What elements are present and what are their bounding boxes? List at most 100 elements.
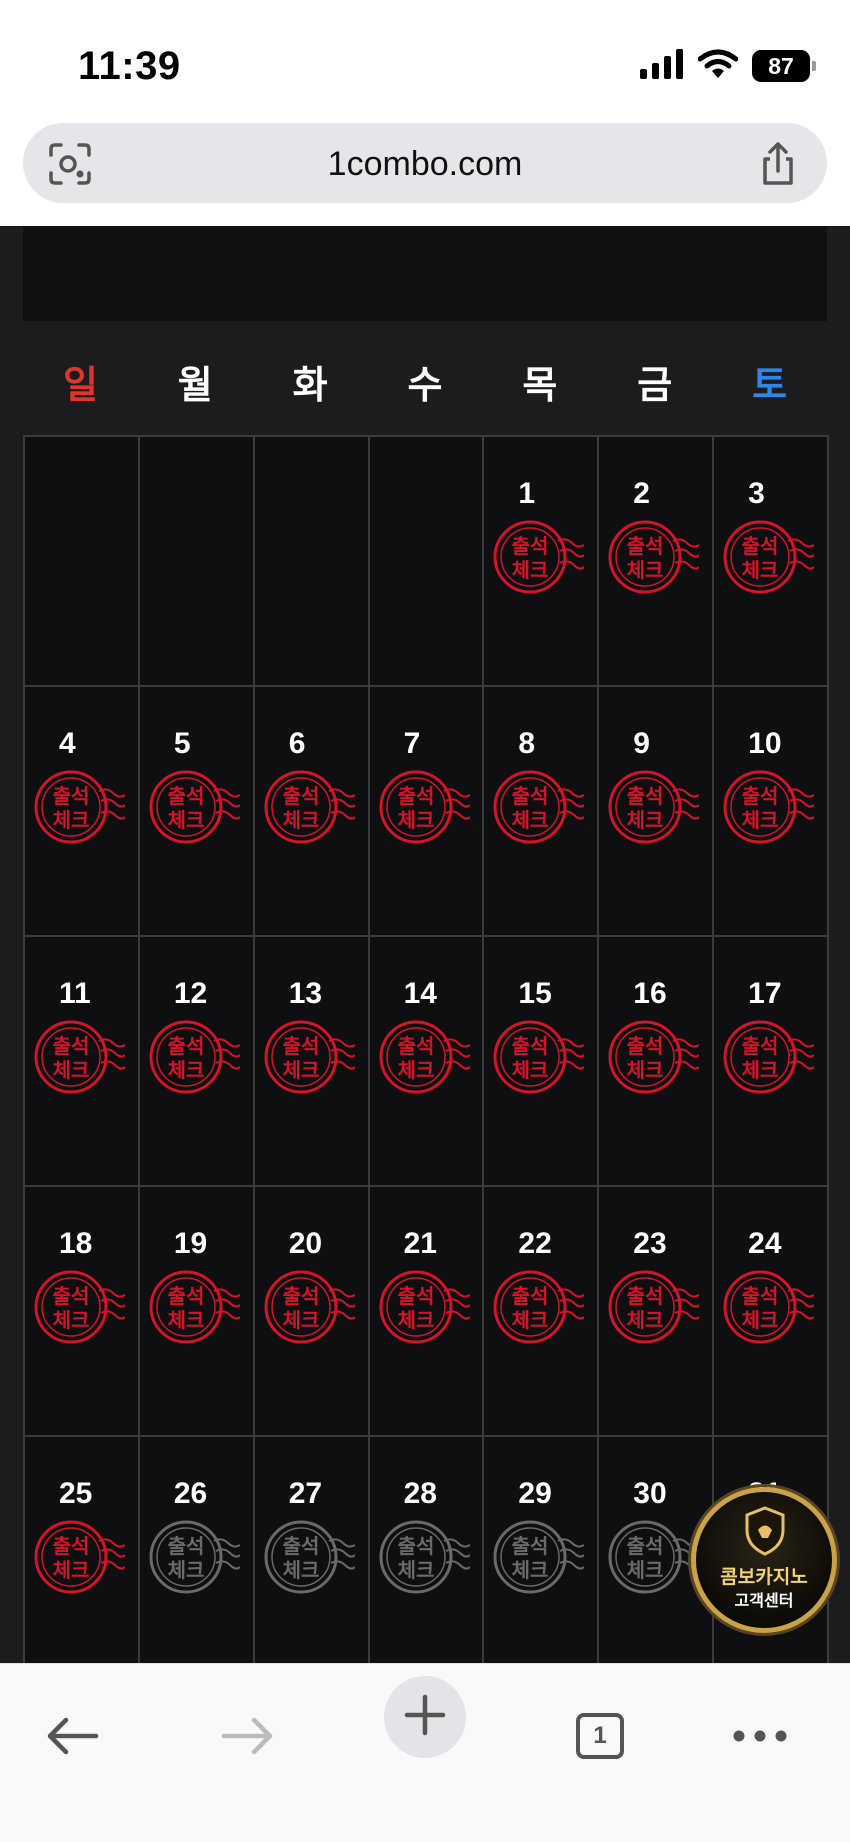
- attendance-stamp-pending-icon: 출석체크: [378, 1517, 470, 1599]
- calendar-day-cell[interactable]: 29 출석 체크: [484, 1437, 600, 1663]
- attendance-stamp-icon: 출석 체크: [492, 1267, 585, 1349]
- attendance-stamp-icon: 출석 체크: [492, 1017, 585, 1099]
- attendance-stamp-pending-icon: 출석체크: [148, 1517, 240, 1599]
- day-number: 3: [748, 477, 765, 510]
- calendar-day-cell[interactable]: 1 출석 체크: [484, 437, 600, 687]
- day-number: 26: [173, 1477, 208, 1510]
- stamp-line2: 체크: [742, 808, 779, 832]
- attendance-stamp-icon: 출석 체크: [378, 1017, 470, 1099]
- day-number: 23: [633, 1227, 667, 1260]
- url-text[interactable]: 1combo.com: [23, 145, 827, 184]
- stamp-line2: 체크: [167, 1558, 204, 1582]
- calendar-grid: 1 출석 체크 2 출석 체크 3 출석 체크 4 출석 체크 5 출석 체크 6 출석 체크 7 출석 체크 8 출석 체크…: [23, 435, 829, 1663]
- attendance-stamp-icon: 출석 체크: [607, 1017, 700, 1099]
- weekday-header: 일 월 화 수 목 금 토: [23, 356, 827, 416]
- stamp-line1: 출석: [282, 784, 319, 808]
- page-content: 일 월 화 수 목 금 토 1 출석 체크 2 출석 체크 3 출석 체크 4 출석 체크 5 출석 체크 6…: [0, 226, 850, 1663]
- day-number: 22: [518, 1227, 552, 1260]
- stamp-line1: 출석: [53, 1284, 90, 1308]
- calendar-day-cell[interactable]: 26 출석 체크: [139, 1437, 255, 1663]
- share-icon[interactable]: [755, 141, 801, 187]
- tabs-icon[interactable]: 1: [558, 1694, 642, 1778]
- status-time: 11:39: [78, 44, 181, 88]
- calendar-day-cell[interactable]: 21 출석 체크: [369, 1187, 485, 1437]
- stamp-line1: 출석: [512, 784, 549, 808]
- forward-arrow-icon[interactable]: [206, 1694, 290, 1778]
- attendance-stamp-icon: 출석 체크: [148, 767, 240, 849]
- day-number: 14: [403, 977, 437, 1010]
- calendar-day-cell[interactable]: 4 출석 체크: [25, 687, 140, 937]
- stamp-line2: 체크: [282, 808, 319, 832]
- calendar-day-cell[interactable]: 15 출석 체크: [484, 937, 600, 1187]
- stamp-line2: 체크: [397, 1308, 434, 1332]
- day-number: 11: [59, 977, 91, 1010]
- stamp-line1: 출석: [282, 1034, 319, 1058]
- stamp-line1: 출석: [627, 1284, 664, 1308]
- calendar-day-cell[interactable]: 7 출석 체크: [369, 687, 485, 937]
- address-bar[interactable]: 1combo.com: [23, 123, 827, 203]
- calendar-day-cell[interactable]: 8 출석 체크: [484, 687, 600, 937]
- day-number: 25: [59, 1477, 93, 1510]
- calendar-day-cell[interactable]: 9 출석 체크: [599, 687, 715, 937]
- calendar-day-cell[interactable]: 28 출석 체크: [369, 1437, 485, 1663]
- calendar-day-cell[interactable]: 25 출석 체크: [25, 1437, 140, 1663]
- calendar-day-cell[interactable]: 22 출석 체크: [484, 1187, 600, 1437]
- stamp-line1: 출석: [627, 784, 664, 808]
- calendar-day-cell[interactable]: 13 출석 체크: [254, 937, 370, 1187]
- attendance-stamp-icon: 출석 체크: [263, 1267, 355, 1349]
- calendar-day-cell[interactable]: 17 출석 체크: [714, 937, 829, 1187]
- new-tab-button[interactable]: [384, 1676, 466, 1758]
- calendar-day-cell[interactable]: 3 출석 체크: [714, 437, 829, 687]
- calendar-day-cell[interactable]: 10 출석 체크: [714, 687, 829, 937]
- stamp-line1: 출석: [167, 1284, 204, 1308]
- calendar-day-cell[interactable]: 18 출석 체크: [25, 1187, 140, 1437]
- calendar-day-cell[interactable]: 14 출석 체크: [369, 937, 485, 1187]
- stamp-line1: 출석: [742, 1284, 779, 1308]
- stamp-line2: 체크: [397, 808, 434, 832]
- day-number: 13: [288, 977, 323, 1010]
- attendance-stamp-icon: 출석 체크: [263, 1017, 355, 1099]
- attendance-stamp-pending-icon: 출석체크: [263, 1517, 355, 1599]
- stamp-line1: 출석: [53, 784, 90, 808]
- calendar-day-cell[interactable]: 24 출석 체크: [714, 1187, 829, 1437]
- stamp-line1: 출석: [627, 1534, 664, 1558]
- weekday-sun: 일: [62, 365, 98, 407]
- attendance-stamp-icon: 출석 체크: [492, 767, 585, 849]
- calendar-day-cell[interactable]: 19 출석 체크: [139, 1187, 255, 1437]
- attendance-stamp-pending-icon: 출석체크: [492, 1517, 585, 1599]
- day-number: 28: [403, 1477, 437, 1510]
- stamp-line1: 출석: [512, 1534, 549, 1558]
- day-number: 6: [288, 727, 306, 760]
- attendance-stamp-icon: 출석 체크: [492, 517, 585, 599]
- calendar-day-cell[interactable]: 6 출석 체크: [254, 687, 370, 937]
- more-icon[interactable]: [718, 1694, 802, 1778]
- stamp-line1: 출석: [742, 534, 779, 558]
- calendar-day-cell[interactable]: 20 출석 체크: [254, 1187, 370, 1437]
- stamp-line2: 체크: [512, 808, 549, 832]
- attendance-stamp-pending-icon: 출석체크: [607, 1517, 700, 1599]
- calendar-day-cell[interactable]: 2 출석 체크: [599, 437, 715, 687]
- stamp-line1: 출석: [742, 1034, 779, 1058]
- stamp-line1: 출석: [512, 1034, 549, 1058]
- calendar-day-cell[interactable]: 23 출석 체크: [599, 1187, 715, 1437]
- attendance-stamp-icon: 출석 체크: [378, 767, 470, 849]
- stamp-line2: 체크: [627, 1558, 664, 1582]
- day-number: 9: [633, 727, 650, 760]
- customer-center-button[interactable]: 콤보카지노 고객센터: [691, 1487, 837, 1633]
- stamp-line1: 출석: [742, 784, 779, 808]
- day-number: 15: [518, 977, 552, 1010]
- weekday-thu: 목: [522, 365, 558, 407]
- calendar-day-cell[interactable]: 16 출석 체크: [599, 937, 715, 1187]
- day-number: 12: [173, 977, 208, 1010]
- chat-badge-subtitle: 고객센터: [734, 1593, 794, 1610]
- stamp-line2: 체크: [512, 1058, 549, 1082]
- weekday-fri: 금: [637, 365, 673, 407]
- calendar-day-cell[interactable]: 11 출석 체크: [25, 937, 140, 1187]
- calendar-day-cell[interactable]: 27 출석 체크: [254, 1437, 370, 1663]
- calendar-day-cell[interactable]: 12 출석 체크: [139, 937, 255, 1187]
- back-arrow-icon[interactable]: [30, 1694, 114, 1778]
- attendance-stamp-icon: 출석 체크: [33, 1017, 125, 1099]
- day-number: 1: [518, 477, 536, 510]
- calendar-day-cell[interactable]: 5 출석 체크: [139, 687, 255, 937]
- stamp-line2: 체크: [53, 1308, 90, 1332]
